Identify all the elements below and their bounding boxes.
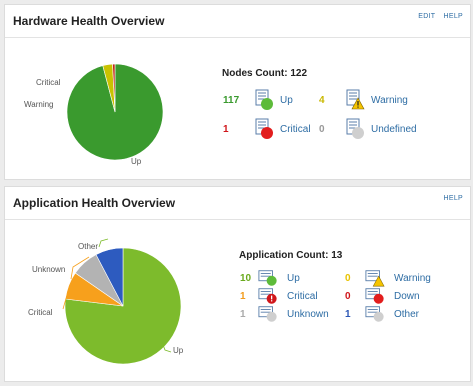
node-up-icon bbox=[255, 89, 273, 110]
pie-label-warning: Warning bbox=[24, 100, 54, 109]
status-down-link[interactable]: Down bbox=[394, 291, 420, 302]
status-critical-link[interactable]: Critical bbox=[280, 124, 311, 135]
hardware-pie-chart bbox=[66, 63, 164, 161]
count-undefined: 0 bbox=[319, 124, 325, 135]
pie-label-critical: Critical bbox=[36, 78, 61, 87]
help-link[interactable]: HELP bbox=[444, 13, 464, 20]
app-other-icon bbox=[365, 306, 384, 322]
status-warning-link[interactable]: Warning bbox=[371, 95, 408, 106]
status-up-link[interactable]: Up bbox=[287, 273, 300, 284]
count-down: 0 bbox=[345, 291, 351, 302]
application-count-title: Application Count: 13 bbox=[239, 250, 343, 261]
status-warning-link[interactable]: Warning bbox=[394, 273, 431, 284]
status-up-link[interactable]: Up bbox=[280, 95, 293, 106]
application-health-panel: Application Health Overview HELP Other U… bbox=[4, 186, 471, 382]
node-warning-icon bbox=[346, 89, 365, 110]
status-undefined-link[interactable]: Undefined bbox=[371, 124, 417, 135]
status-unknown-link[interactable]: Unknown bbox=[287, 309, 329, 320]
pie-label-unknown: Unknown bbox=[32, 265, 66, 274]
count-critical: 1 bbox=[240, 291, 246, 302]
app-critical-icon bbox=[258, 288, 277, 304]
app-up-icon bbox=[258, 270, 277, 286]
pie-label-up: Up bbox=[173, 346, 184, 355]
panel-title: Hardware Health Overview bbox=[13, 14, 165, 28]
panel-links: EDIT HELP bbox=[412, 13, 463, 20]
pie-label-up: Up bbox=[131, 157, 142, 166]
nodes-count-title: Nodes Count: 122 bbox=[222, 68, 308, 79]
status-critical-link[interactable]: Critical bbox=[287, 291, 318, 302]
count-critical: 1 bbox=[223, 124, 229, 135]
app-down-icon bbox=[365, 288, 384, 304]
edit-link[interactable]: EDIT bbox=[418, 13, 435, 20]
pie-leader-lines bbox=[62, 238, 172, 353]
count-up: 10 bbox=[240, 273, 252, 284]
status-other-link[interactable]: Other bbox=[394, 309, 419, 320]
node-critical-icon bbox=[255, 118, 273, 139]
count-up: 117 bbox=[223, 95, 240, 106]
hardware-health-panel: Hardware Health Overview EDIT HELP Criti… bbox=[4, 4, 471, 180]
app-warning-icon bbox=[365, 270, 385, 287]
node-undefined-icon bbox=[346, 118, 364, 139]
pie-label-other: Other bbox=[78, 242, 99, 251]
count-warning: 0 bbox=[345, 273, 351, 284]
count-other: 1 bbox=[345, 309, 351, 320]
count-warning: 4 bbox=[319, 95, 325, 106]
panel-header: Hardware Health Overview EDIT HELP bbox=[5, 5, 470, 38]
app-unknown-icon bbox=[258, 306, 277, 322]
pie-label-critical: Critical bbox=[28, 308, 53, 317]
count-unknown: 1 bbox=[240, 309, 246, 320]
